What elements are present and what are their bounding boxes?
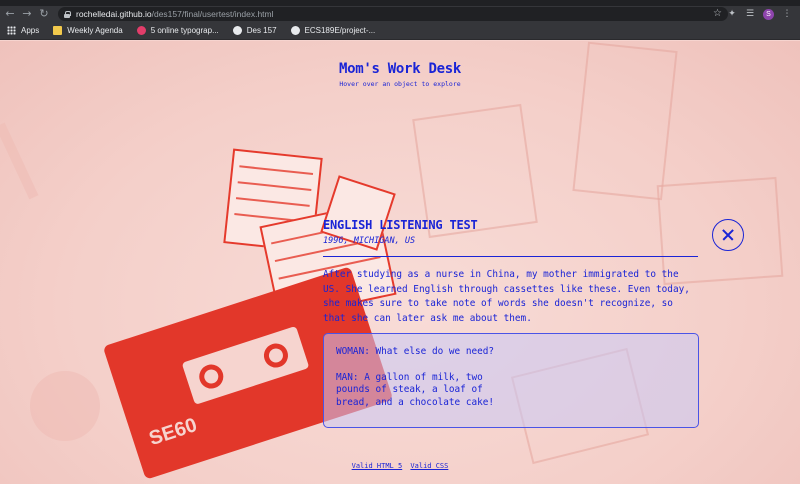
divider <box>323 256 698 257</box>
lock-icon <box>64 10 71 18</box>
avatar[interactable]: S <box>763 8 774 20</box>
page-content: SE60 Mom's Work Desk Hover over an objec… <box>0 41 800 484</box>
browser-toolbar: ← → ↻ rochelledai.github.io/des157/final… <box>0 6 800 22</box>
reel-icon <box>196 361 227 392</box>
bookmark-typography[interactable]: 5 online typograp... <box>136 26 219 35</box>
bookmarks-bar: Apps Weekly Agenda 5 online typograp... … <box>0 22 800 40</box>
media-icon[interactable]: ☰ <box>745 9 755 19</box>
bookmark-ecs189e[interactable]: ECS189E/project-... <box>290 26 375 35</box>
menu-icon[interactable]: ⋮ <box>782 9 792 19</box>
background-pen <box>0 122 39 200</box>
close-button[interactable] <box>712 219 744 251</box>
reel-icon <box>260 340 292 371</box>
forward-icon[interactable]: → <box>20 7 34 21</box>
bookmark-star-icon[interactable]: ☆ <box>713 7 722 21</box>
url-text: rochelledai.github.io/des157/final/usert… <box>76 9 274 19</box>
background-cup <box>30 371 100 441</box>
panel-title: ENGLISH LISTENING TEST <box>323 218 478 232</box>
transcript-line-woman: WOMAN: What else do we need? <box>336 346 495 357</box>
cassette-window <box>181 325 310 405</box>
page-title: Mom's Work Desk <box>339 61 461 77</box>
reload-icon[interactable]: ↻ <box>37 7 51 21</box>
valid-html-link[interactable]: Valid HTML 5 <box>352 462 403 470</box>
bookmark-weekly-agenda[interactable]: Weekly Agenda <box>53 26 123 35</box>
transcript-box: WOMAN: What else do we need? MAN: A gall… <box>323 333 699 428</box>
footer: Valid HTML 5 Valid CSS <box>0 462 800 470</box>
github-icon <box>290 26 300 35</box>
panel-description: After studying as a nurse in China, my m… <box>323 269 690 324</box>
valid-css-link[interactable]: Valid CSS <box>410 462 448 470</box>
address-bar[interactable]: rochelledai.github.io/des157/final/usert… <box>58 7 728 21</box>
page-subtitle: Hover over an object to explore <box>339 80 461 88</box>
apps-grid-icon <box>7 26 16 35</box>
bookmark-favicon-icon <box>232 26 242 35</box>
bookmark-favicon-icon <box>136 26 146 35</box>
transcript-line-man: MAN: A gallon of milk, two pounds of ste… <box>336 371 495 408</box>
back-icon[interactable]: ← <box>3 7 17 21</box>
bookmark-des157[interactable]: Des 157 <box>232 26 277 35</box>
cassette-label: SE60 <box>146 414 200 451</box>
extensions-icon[interactable]: ✦ <box>727 9 737 19</box>
bookmark-apps[interactable]: Apps <box>7 26 39 35</box>
panel-meta: 1996, MICHIGAN, US <box>323 236 416 246</box>
folder-icon <box>53 26 63 35</box>
